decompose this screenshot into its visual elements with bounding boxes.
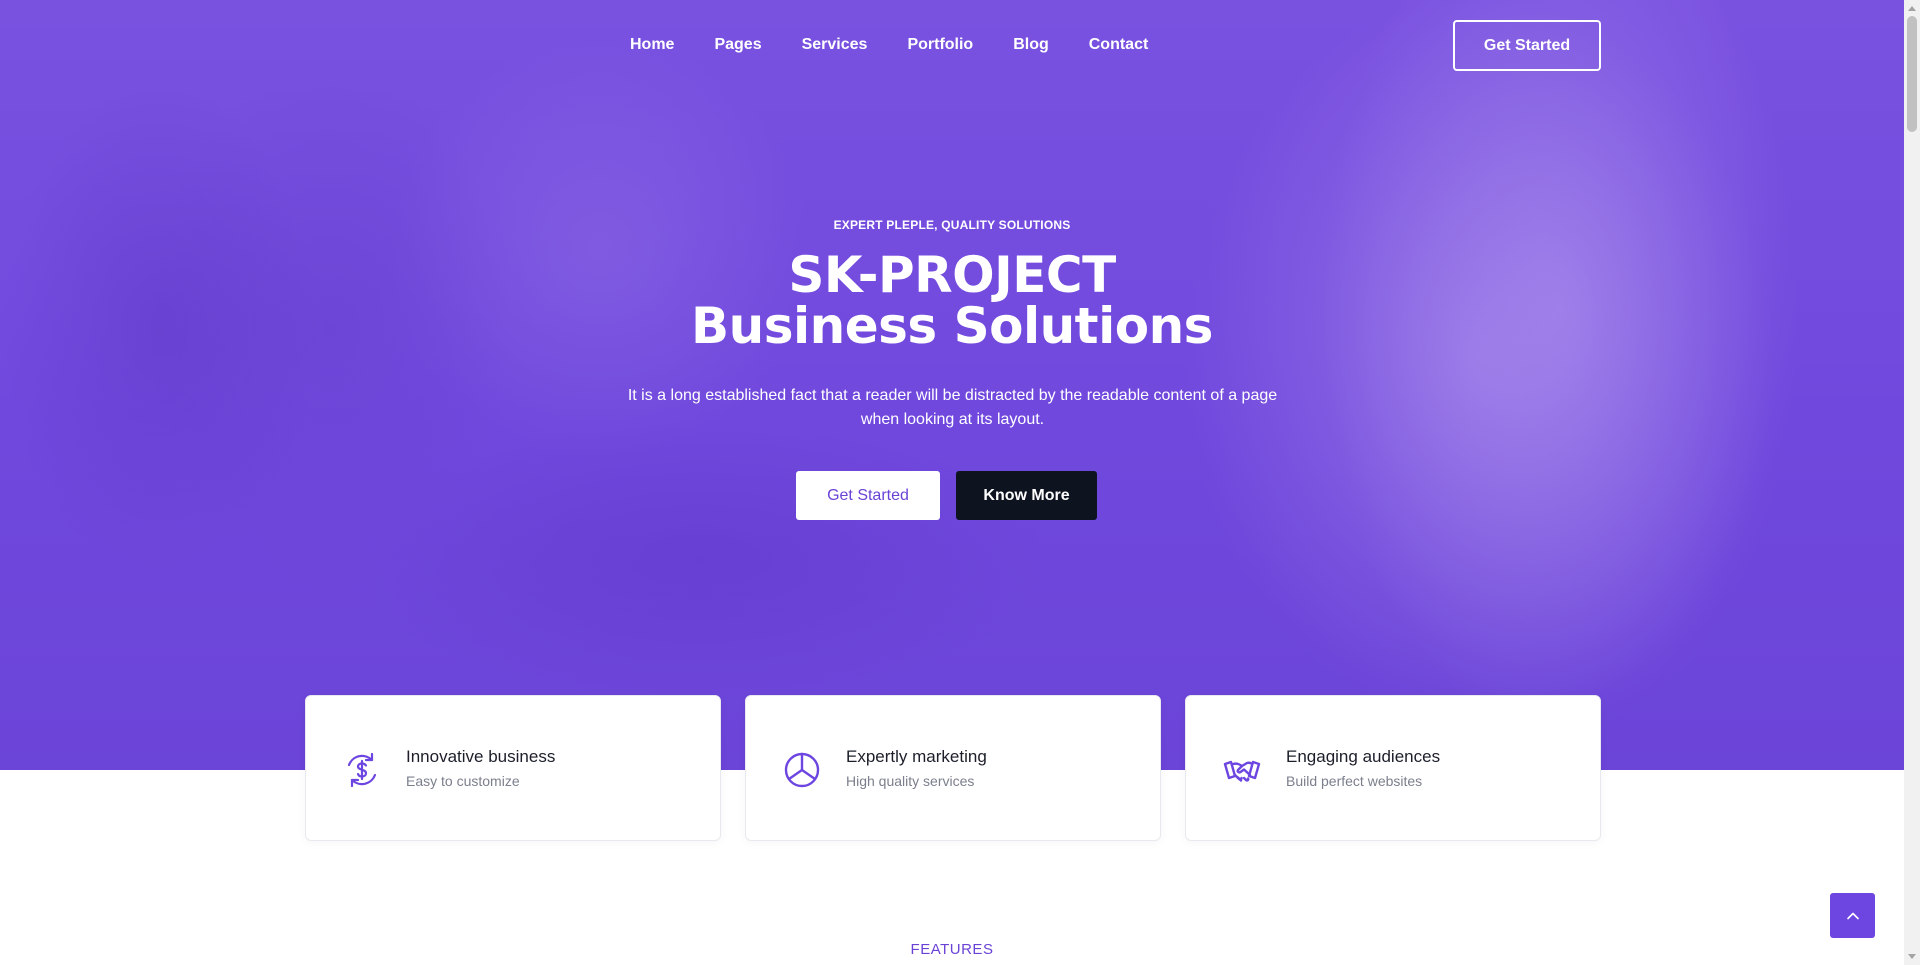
hero-buttons: Get Started Know More: [796, 471, 1097, 520]
handshake-icon: [1223, 760, 1261, 782]
hero-description: It is a long established fact that a rea…: [627, 387, 1278, 428]
card-subtitle: High quality services: [846, 773, 975, 789]
get-started-button[interactable]: Get Started: [796, 471, 940, 520]
scrollbar-thumb[interactable]: [1907, 16, 1917, 132]
feature-cards: Innovative business Easy to customize Ex…: [305, 695, 1601, 841]
hero-title: SK-PROJECT Business Solutions: [0, 250, 1904, 352]
card-subtitle: Easy to customize: [406, 773, 520, 789]
nav-link-home[interactable]: Home: [630, 36, 674, 54]
page-scrollbar[interactable]: [1904, 0, 1920, 965]
nav-link-services[interactable]: Services: [802, 36, 868, 54]
nav-link-portfolio[interactable]: Portfolio: [907, 36, 973, 54]
card-innovative-business[interactable]: Innovative business Easy to customize: [305, 695, 721, 841]
card-title: Engaging audiences: [1286, 747, 1441, 766]
nav-link-blog[interactable]: Blog: [1013, 36, 1049, 54]
card-expertly-marketing[interactable]: Expertly marketing High quality services: [745, 695, 1161, 841]
nav-get-started-button[interactable]: Get Started: [1453, 20, 1601, 71]
know-more-button[interactable]: Know More: [956, 471, 1097, 520]
hero-background-image: [1300, 0, 1820, 770]
nav-link-pages[interactable]: Pages: [714, 36, 761, 54]
hero-title-line2: Business Solutions: [691, 297, 1213, 355]
card-title: Expertly marketing: [846, 747, 987, 766]
card-title: Innovative business: [406, 747, 556, 766]
pie-chart-icon: [784, 752, 820, 788]
back-to-top-button[interactable]: [1830, 893, 1875, 938]
card-subtitle: Build perfect websites: [1286, 773, 1423, 789]
dollar-refresh-icon: [347, 752, 377, 788]
hero-eyebrow: EXPERT PLEPLE, QUALITY SOLUTIONS: [833, 218, 1071, 232]
features-section-label: FEATURES: [910, 941, 994, 958]
card-engaging-audiences[interactable]: Engaging audiences Build perfect website…: [1185, 695, 1601, 841]
nav-links: Home Pages Services Portfolio Blog Conta…: [630, 36, 1188, 54]
hero-title-line1: SK-PROJECT: [788, 246, 1116, 304]
nav-link-contact[interactable]: Contact: [1089, 36, 1149, 54]
hero-section: Home Pages Services Portfolio Blog Conta…: [0, 0, 1904, 770]
scroll-up-arrow-icon[interactable]: [1904, 0, 1920, 16]
chevron-up-icon: [1846, 912, 1859, 919]
scroll-down-arrow-icon[interactable]: [1904, 949, 1920, 965]
top-navigation: Home Pages Services Portfolio Blog Conta…: [0, 20, 1904, 71]
